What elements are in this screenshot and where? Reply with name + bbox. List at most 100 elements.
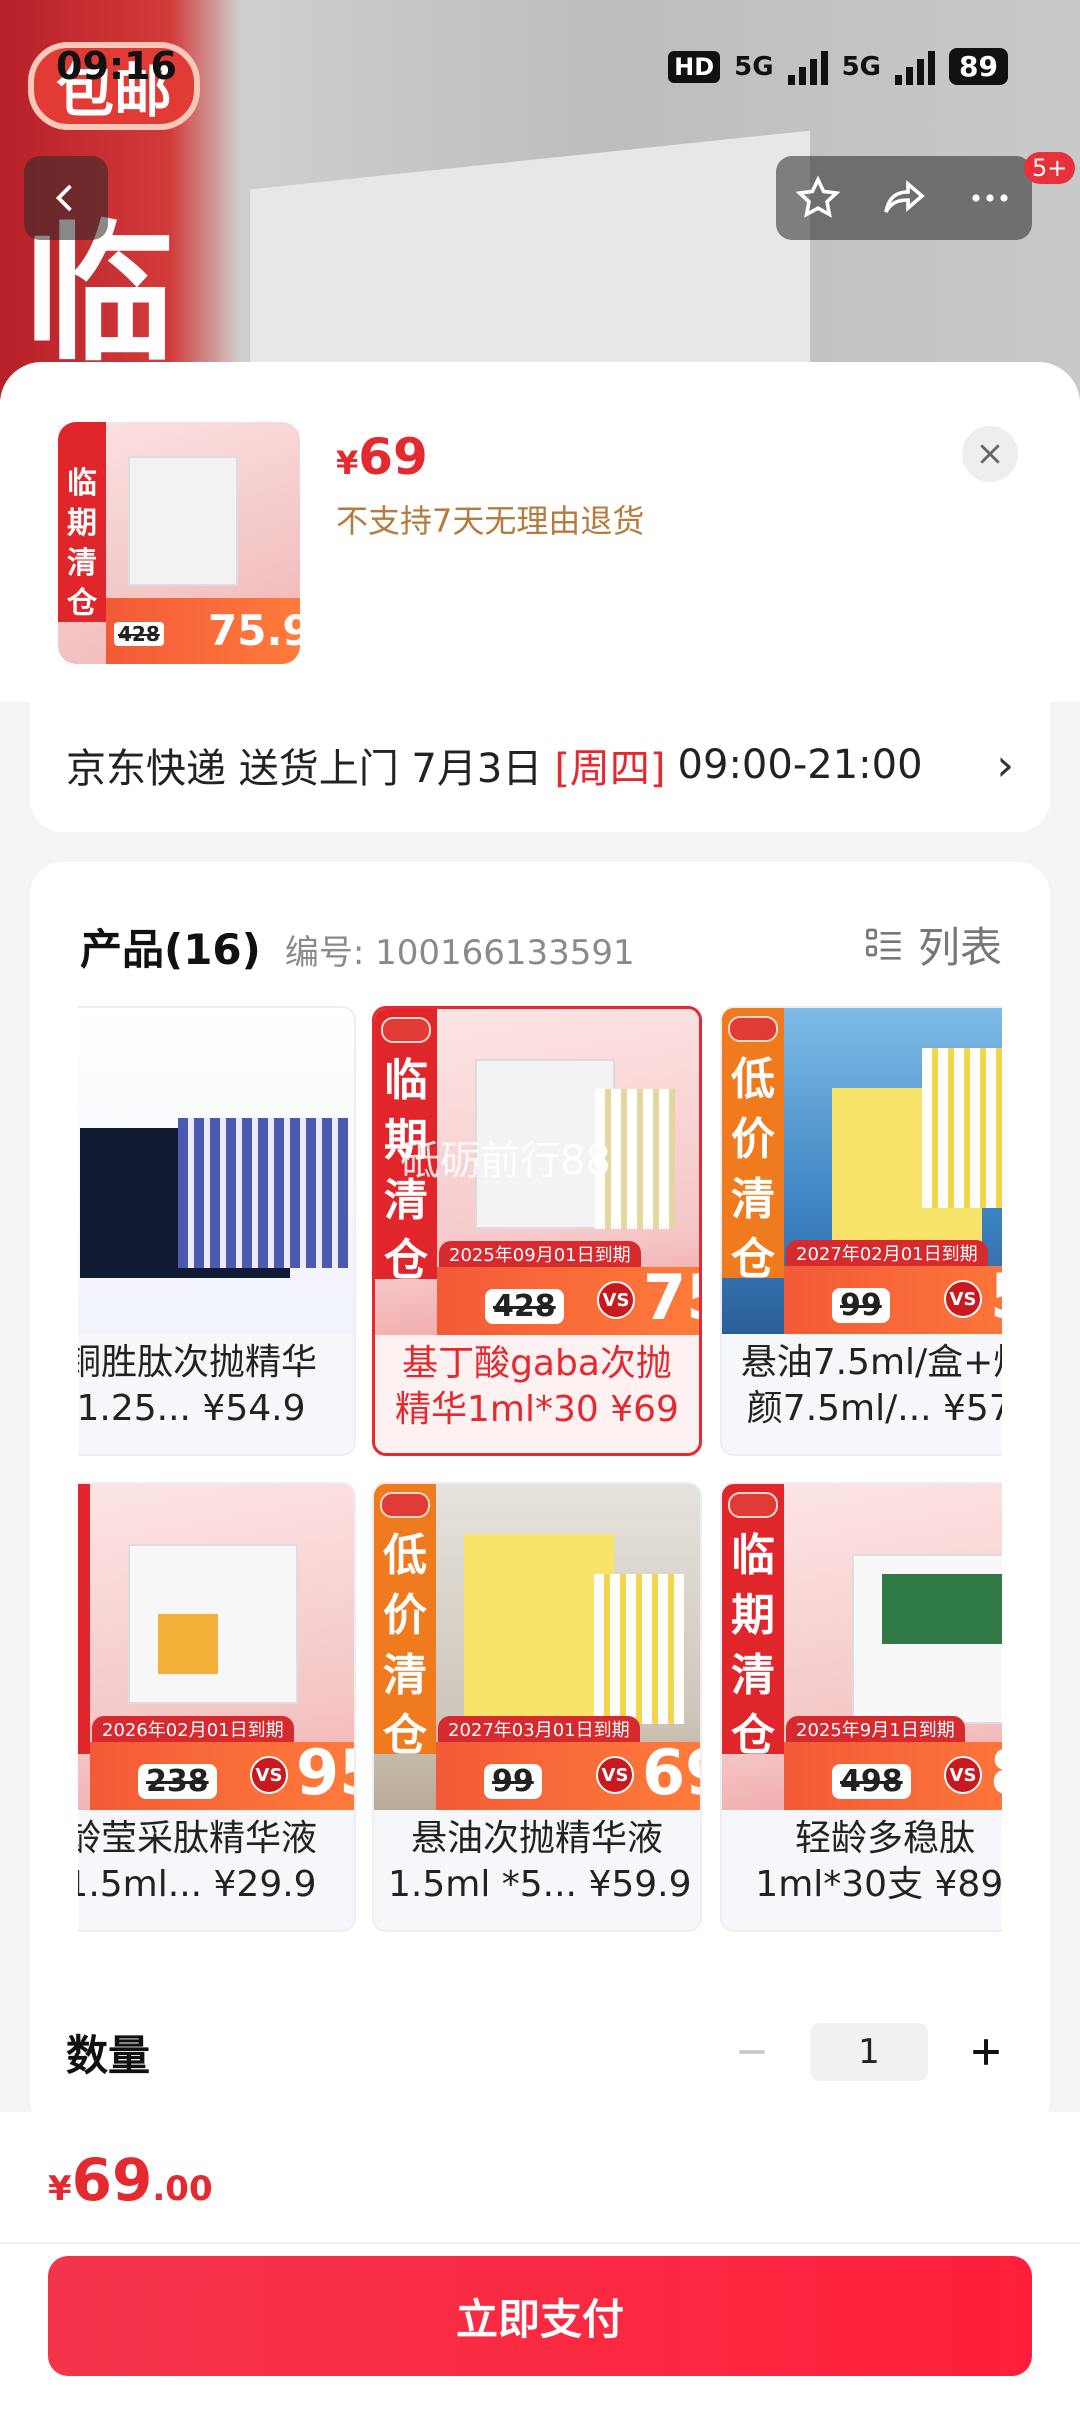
- variant-name: 悬油7.5ml/盒+烟 颜7.5ml/... ¥57.: [740, 1342, 1002, 1429]
- delivery-window: 09:00-21:00: [677, 742, 923, 788]
- thumb-orig-price: 428: [114, 622, 164, 646]
- selected-price: ¥69: [336, 428, 428, 486]
- notification-badge: 5+: [1024, 152, 1076, 184]
- variant-image: 低价清仓 2027年02月01日到期 99 VS 59: [722, 1008, 1002, 1334]
- variant-orig-price: 238: [138, 1764, 217, 1799]
- battery-icon: 89: [949, 48, 1008, 85]
- network-5g-label-2: 5G: [841, 51, 882, 82]
- variant-name: 悬油次抛精华液 1.5ml *5... ¥59.9: [388, 1818, 692, 1905]
- list-icon: [865, 928, 901, 960]
- hero-product-box: [250, 130, 810, 400]
- nav-actions: [776, 156, 1032, 240]
- product-count-title: 产品(16): [80, 925, 261, 974]
- decrement-button[interactable]: [724, 2024, 780, 2080]
- free-shipping-logo: [728, 1492, 778, 1518]
- free-shipping-logo: [728, 1016, 778, 1042]
- variant-orig-price: 428: [485, 1289, 564, 1324]
- variant-card[interactable]: 2026年02月01日到期 238 VS 95 龄莹采肽精华液1.5ml... …: [78, 1482, 356, 1932]
- variant-expiry: 2027年03月01日到期: [438, 1716, 640, 1742]
- product-header: 产品(16) 编号: 100166133591: [80, 916, 635, 977]
- variant-price-bar: 428 VS 75.9: [437, 1261, 699, 1335]
- thumb-now-price: 75.9: [208, 606, 300, 655]
- variant-card[interactable]: 低价清仓 2027年03月01日到期 99 VS 69.9 悬油次抛精华液1.5…: [372, 1482, 702, 1932]
- free-shipping-logo: [380, 1492, 430, 1518]
- variant-image: [78, 1008, 354, 1334]
- variant-expiry: 2026年02月01日到期: [92, 1716, 294, 1742]
- variant-card[interactable]: 临期清仓 2025年9月1日到期 498 VS 89 轻龄多稳肽1ml*30支 …: [720, 1482, 1002, 1932]
- variant-expiry: 2025年9月1日到期: [786, 1716, 965, 1742]
- status-icons: HD 5G 5G 89: [668, 48, 1008, 85]
- vs-icon: VS: [944, 1756, 982, 1794]
- thumb-tag: 临期清仓: [67, 466, 97, 621]
- variant-name: 轻龄多稳肽 1ml*30支 ¥89.: [755, 1818, 1002, 1905]
- delivery-day: [周四]: [554, 746, 666, 792]
- variant-now-price: 75.9: [643, 1261, 699, 1334]
- close-icon: [980, 444, 1000, 464]
- more-icon[interactable]: [966, 174, 1014, 222]
- minus-icon: [739, 2050, 765, 2054]
- variant-now-price: 89: [990, 1736, 1002, 1809]
- plus-icon: [973, 2039, 999, 2065]
- watermark-text: 砥砺前行88: [400, 1138, 611, 1184]
- selected-product-thumbnail: 临期清仓 428 75.9: [58, 422, 300, 664]
- return-policy-notice: 不支持7天无理由退货: [336, 502, 645, 540]
- vs-icon: VS: [597, 1281, 635, 1319]
- network-5g-label: 5G: [734, 51, 774, 82]
- quantity-input[interactable]: 1: [810, 2023, 928, 2081]
- variant-name: 铜胜肽次抛精华 1.25... ¥54.9: [78, 1342, 317, 1429]
- variant-price-bar: 99 VS 69.9: [436, 1736, 700, 1810]
- vs-icon: VS: [944, 1280, 982, 1318]
- signal-icon: [787, 49, 828, 85]
- hd-icon: HD: [668, 50, 721, 83]
- variant-orig-price: 99: [484, 1764, 542, 1799]
- variant-now-price: 59: [990, 1260, 1002, 1333]
- variant-card[interactable]: 低价清仓 2027年02月01日到期 99 VS 59 悬油7.5ml/盒+烟颜…: [720, 1006, 1002, 1456]
- status-time: 09:16: [56, 44, 177, 88]
- variant-image: 低价清仓 2027年03月01日到期 99 VS 69.9: [374, 1484, 700, 1810]
- star-icon[interactable]: [794, 174, 842, 222]
- free-shipping-logo: [381, 1017, 431, 1043]
- variant-now-price: 69.9: [642, 1736, 700, 1809]
- product-code: 编号: 100166133591: [284, 933, 635, 973]
- variant-now-price: 95: [296, 1736, 354, 1809]
- quantity-row: 数量 1: [30, 1992, 1050, 2112]
- vs-icon: VS: [250, 1756, 288, 1794]
- variant-price-bar: 99 VS 59: [784, 1260, 1002, 1334]
- variant-tag: 低价清仓: [374, 1484, 436, 1761]
- sku-selection-sheet: 临期清仓 428 75.9 ¥69 不支持7天无理由退货 京东快递 送货上门 7…: [0, 362, 1080, 2412]
- share-icon[interactable]: [878, 174, 930, 222]
- variant-tag: 临期清仓: [722, 1484, 784, 1761]
- chevron-left-icon: [55, 184, 72, 212]
- list-view-toggle[interactable]: 列表: [864, 914, 1002, 975]
- delivery-option-row[interactable]: 京东快递 送货上门 7月3日 [周四] 09:00-21:00 ›: [30, 698, 1050, 832]
- variant-card[interactable]: 铜胜肽次抛精华 1.25... ¥54.9: [78, 1006, 356, 1456]
- increment-button[interactable]: [958, 2024, 1014, 2080]
- variant-price-bar: 498 VS 89: [784, 1736, 1002, 1810]
- quantity-stepper: 1: [724, 2023, 1014, 2081]
- back-button[interactable]: [24, 156, 108, 240]
- variant-orig-price: 498: [832, 1764, 911, 1799]
- variant-image: 2026年02月01日到期 238 VS 95: [78, 1484, 354, 1810]
- variant-tag: 低价清仓: [722, 1008, 784, 1285]
- chevron-right-icon: ›: [996, 739, 1014, 791]
- vs-icon: VS: [596, 1756, 634, 1794]
- sheet-header: 临期清仓 428 75.9 ¥69 不支持7天无理由退货: [0, 362, 1080, 702]
- checkout-footer: ¥69.00 立即支付: [0, 2112, 1080, 2412]
- close-button[interactable]: [962, 426, 1018, 482]
- pay-now-button[interactable]: 立即支付: [48, 2256, 1032, 2376]
- variant-tag: [78, 1484, 90, 1754]
- variant-name: 龄莹采肽精华液 1.5ml... ¥29.9: [78, 1818, 317, 1905]
- signal-icon-2: [895, 49, 936, 85]
- variant-price-bar: 238 VS 95: [90, 1736, 354, 1810]
- variant-name: 基丁酸gaba次抛 精华1ml*30 ¥69: [395, 1343, 679, 1430]
- variant-expiry: 2027年02月01日到期: [786, 1240, 988, 1266]
- variant-expiry: 2025年09月01日到期: [439, 1241, 641, 1267]
- quantity-label: 数量: [66, 2030, 151, 2080]
- hero-headline: 临: [24, 208, 175, 382]
- list-view-label: 列表: [917, 923, 1002, 972]
- total-price: ¥69.00: [48, 2146, 213, 2214]
- footer-divider: [0, 2242, 1080, 2244]
- product-variant-panel: 产品(16) 编号: 100166133591 列表 铜胜肽次抛精华 1.25..…: [30, 862, 1050, 2132]
- variant-orig-price: 99: [832, 1288, 890, 1323]
- variant-card-selected[interactable]: 临期清仓 2025年09月01日到期 428 VS 75.9 基丁酸gaba次抛…: [372, 1006, 702, 1456]
